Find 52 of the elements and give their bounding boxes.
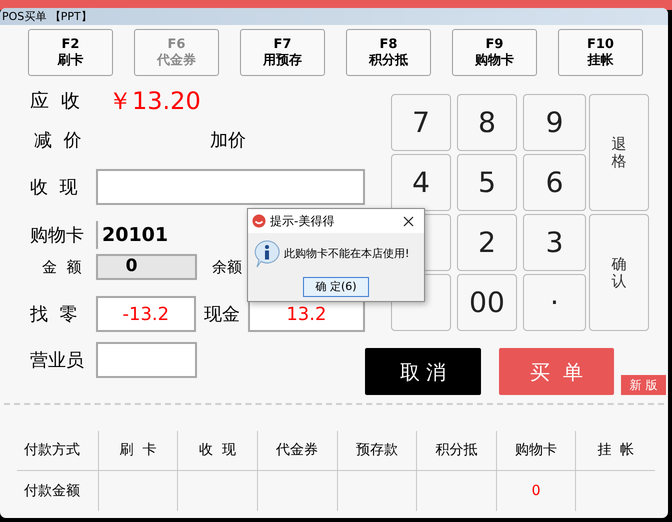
app-logo-icon bbox=[252, 214, 266, 228]
function-key-button[interactable]: F7 用预存 bbox=[240, 29, 325, 76]
keypad-key[interactable]: 9 bbox=[523, 94, 586, 151]
function-key-button[interactable]: F2 刷卡 bbox=[28, 29, 113, 76]
column-header: 付款方式 bbox=[23, 441, 81, 460]
keypad-key[interactable]: 00 bbox=[457, 274, 517, 331]
markup-label: 加价 bbox=[210, 128, 246, 152]
card-label: 购物卡 bbox=[30, 224, 85, 248]
table-cell: 0 bbox=[496, 471, 576, 511]
info-icon bbox=[252, 239, 282, 269]
due-label: 应 收 bbox=[30, 88, 82, 114]
function-key-button[interactable]: F10 挂帐 bbox=[558, 29, 643, 76]
cash-label: 收 现 bbox=[30, 176, 78, 200]
cancel-button[interactable]: 取 消 bbox=[365, 348, 481, 395]
column-header: 代金券 bbox=[256, 431, 337, 470]
dialog-title: 提示-美得得 bbox=[270, 213, 334, 230]
balance-label: 余额 bbox=[212, 256, 242, 278]
column-header: 刷 卡 bbox=[98, 431, 178, 470]
window-title: POS买单 【PPT】 bbox=[2, 11, 92, 22]
amount-label: 金 额 bbox=[41, 256, 83, 278]
keypad-key[interactable]: 3 bbox=[523, 214, 586, 271]
cash-label: 现金 bbox=[202, 302, 241, 326]
column-header: 收 现 bbox=[177, 431, 257, 470]
clerk-field[interactable] bbox=[96, 342, 197, 378]
keypad-key[interactable]: · bbox=[523, 274, 586, 331]
cash-field[interactable] bbox=[96, 169, 365, 205]
pay-button[interactable]: 买 单 bbox=[499, 348, 614, 395]
table-cell-text: 付款金额 bbox=[23, 482, 81, 500]
column-header: 购物卡 bbox=[496, 431, 576, 470]
new-version-button[interactable]: 新 版 bbox=[621, 375, 666, 395]
keypad-key[interactable]: 5 bbox=[457, 154, 517, 211]
keypad-side-key[interactable]: 确认 bbox=[589, 214, 649, 331]
change-label: 找 零 bbox=[30, 302, 78, 326]
change-field[interactable]: -13.2 bbox=[96, 296, 196, 332]
function-key-button[interactable]: F9 购物卡 bbox=[452, 29, 537, 76]
due-amount: ￥13.20 bbox=[108, 86, 201, 117]
keypad-key[interactable]: 6 bbox=[523, 154, 586, 211]
keypad-key[interactable]: 7 bbox=[391, 94, 451, 151]
keypad-key[interactable]: 4 bbox=[391, 154, 451, 211]
column-header: 挂 帐 bbox=[575, 431, 656, 470]
keypad-side-key[interactable]: 退格 bbox=[589, 94, 649, 211]
dialog-message: 此购物卡不能在本店使用! bbox=[284, 246, 410, 262]
clerk-label: 营业员 bbox=[30, 348, 85, 372]
column-header: 积分抵 bbox=[416, 431, 496, 470]
amount-field[interactable]: 0 bbox=[96, 254, 197, 280]
discount-label: 减 价 bbox=[33, 128, 82, 152]
ok-button[interactable]: 确 定(6) bbox=[303, 277, 369, 297]
function-key-button[interactable]: F8 积分抵 bbox=[346, 29, 431, 76]
keypad-key[interactable]: 2 bbox=[457, 214, 517, 271]
column-header: 预存款 bbox=[336, 431, 416, 470]
close-icon[interactable] bbox=[403, 216, 414, 226]
keypad-key[interactable]: 8 bbox=[457, 94, 517, 151]
